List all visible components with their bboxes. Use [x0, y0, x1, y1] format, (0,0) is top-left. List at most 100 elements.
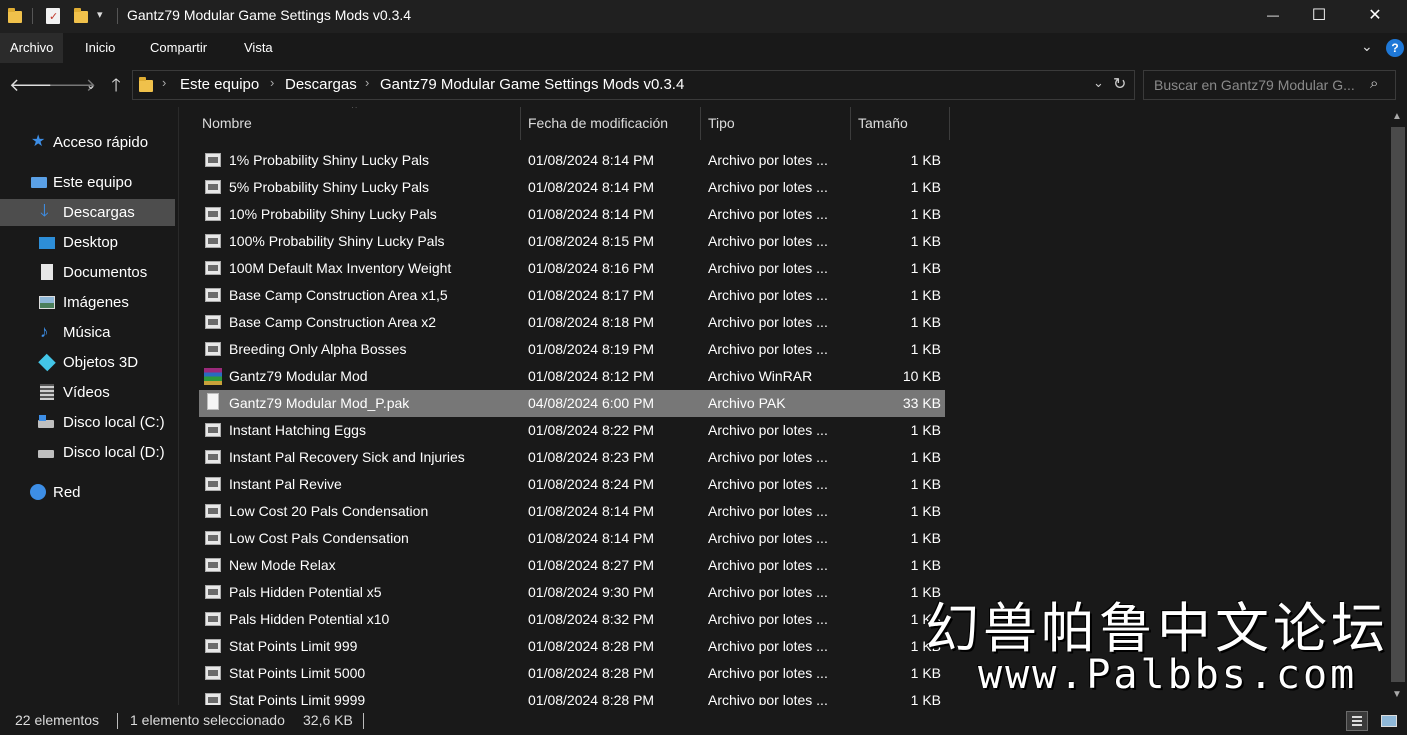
file-row[interactable]: Stat Points Limit 5000 01/08/2024 8:28 PM… [199, 660, 945, 687]
file-date: 01/08/2024 8:23 PM [528, 449, 655, 465]
search-input[interactable]: Buscar en Gantz79 Modular G... [1154, 77, 1355, 93]
column-header-date[interactable]: Fecha de modificación [528, 107, 668, 140]
refresh-icon[interactable]: ↻ [1113, 74, 1126, 94]
file-name: Low Cost 20 Pals Condensation [229, 503, 429, 519]
file-type: Archivo por lotes ... [708, 584, 828, 600]
new-folder-icon[interactable] [74, 8, 88, 23]
sidebar-item-este-equipo[interactable]: Este equipo [0, 169, 175, 196]
batch-file-icon [205, 288, 221, 302]
breadcrumb-descargas[interactable]: Descargas [285, 76, 357, 93]
file-row[interactable]: 10% Probability Shiny Lucky Pals 01/08/20… [199, 201, 945, 228]
file-row[interactable]: 1% Probability Shiny Lucky Pals 01/08/202… [199, 147, 945, 174]
breadcrumb-este-equipo[interactable]: Este equipo [180, 76, 259, 93]
forward-arrow-icon[interactable]: 🡒 [48, 73, 96, 97]
scroll-thumb[interactable] [1391, 127, 1405, 682]
objects-3d-icon [38, 353, 56, 372]
expand-ribbon-icon[interactable]: ⌄ [1361, 38, 1373, 55]
column-header-type[interactable]: Tipo [708, 107, 735, 140]
sort-ascending-icon: ^ [352, 107, 357, 114]
file-size: 1 KB [910, 692, 941, 705]
file-row[interactable]: Breeding Only Alpha Bosses 01/08/2024 8:1… [199, 336, 945, 363]
up-arrow-icon[interactable]: 🡑 [104, 73, 128, 97]
address-dropdown-icon[interactable]: ⌄ [1093, 75, 1104, 91]
column-separator[interactable] [850, 107, 851, 140]
close-button[interactable]: ✕ [1352, 0, 1398, 33]
tab-inicio[interactable]: Inicio [75, 33, 125, 63]
file-row[interactable]: 100M Default Max Inventory Weight 01/08/2… [199, 255, 945, 282]
column-separator[interactable] [700, 107, 701, 140]
sidebar-item-descargas[interactable]: 🡓 Descargas [0, 199, 175, 226]
file-row[interactable]: Low Cost Pals Condensation 01/08/2024 8:1… [199, 525, 945, 552]
file-row[interactable]: Pals Hidden Potential x5 01/08/2024 9:30 … [199, 579, 945, 606]
scroll-down-arrow-icon[interactable]: ▼ [1392, 689, 1402, 700]
file-row[interactable]: 100% Probability Shiny Lucky Pals 01/08/2… [199, 228, 945, 255]
tab-compartir[interactable]: Compartir [140, 33, 217, 63]
file-name: Base Camp Construction Area x2 [229, 314, 436, 330]
file-row[interactable]: Stat Points Limit 9999 01/08/2024 8:28 PM… [199, 687, 945, 705]
sidebar-item-disco-d[interactable]: Disco local (D:) [0, 439, 175, 466]
sidebar-item-objetos-3d[interactable]: Objetos 3D [0, 349, 175, 376]
address-bar[interactable]: › Este equipo › Descargas › Gantz79 Modu… [132, 70, 1135, 100]
file-row[interactable]: Gantz79 Modular Mod_P.pak 04/08/2024 6:00… [199, 390, 945, 417]
search-icon[interactable]: ⌕ [1370, 75, 1378, 92]
tab-archivo[interactable]: Archivo [0, 33, 64, 63]
batch-file-icon [205, 477, 221, 491]
file-type: Archivo WinRAR [708, 368, 813, 384]
chevron-right-icon[interactable]: › [365, 75, 369, 90]
breadcrumb-current-folder[interactable]: Gantz79 Modular Game Settings Mods v0.3.… [380, 76, 684, 93]
minimize-button[interactable]: — [1250, 0, 1296, 33]
sidebar-item-videos[interactable]: Vídeos [0, 379, 175, 406]
file-row[interactable]: Low Cost 20 Pals Condensation 01/08/2024 … [199, 498, 945, 525]
help-icon[interactable]: ? [1386, 39, 1404, 57]
navigation-pane: ★ Acceso rápido Este equipo 🡓 Descargas … [0, 107, 178, 705]
details-view-icon[interactable] [1346, 711, 1368, 731]
column-separator[interactable] [949, 107, 950, 140]
file-row[interactable]: New Mode Relax 01/08/2024 8:27 PM Archivo … [199, 552, 945, 579]
sidebar-item-desktop[interactable]: Desktop [0, 229, 175, 256]
file-date: 01/08/2024 8:15 PM [528, 233, 655, 249]
sidebar-item-musica[interactable]: ♪ Música [0, 319, 175, 346]
chevron-right-icon[interactable]: › [162, 75, 166, 90]
sidebar-item-label: Objetos 3D [63, 354, 139, 371]
watermark-url: www.Palbbs.com [978, 652, 1358, 698]
recent-locations-chevron-icon[interactable]: ⌄ [79, 73, 103, 97]
file-size: 1 KB [910, 233, 941, 249]
file-size: 1 KB [910, 152, 941, 168]
sidebar-item-label: Música [63, 324, 111, 341]
file-row[interactable]: Instant Pal Revive 01/08/2024 8:24 PM Arch… [199, 471, 945, 498]
maximize-button[interactable]: ☐ [1296, 0, 1342, 33]
file-row[interactable]: Gantz79 Modular Mod 01/08/2024 8:12 PM Arc… [199, 363, 945, 390]
file-row[interactable]: Stat Points Limit 999 01/08/2024 8:28 PM A… [199, 633, 945, 660]
file-row[interactable]: Base Camp Construction Area x2 01/08/2024… [199, 309, 945, 336]
quick-access-dropdown-icon[interactable]: ▾ [97, 8, 103, 21]
vertical-scrollbar[interactable]: ▲ ▼ [1389, 107, 1407, 705]
search-box[interactable]: Buscar en Gantz79 Modular G... ⌕ [1143, 70, 1396, 100]
selection-size: 32,6 KB [303, 712, 353, 728]
file-name: 1% Probability Shiny Lucky Pals [229, 152, 429, 168]
file-type: Archivo por lotes ... [708, 206, 828, 222]
properties-icon[interactable]: ✓ [46, 8, 60, 24]
sidebar-item-acceso-rapido[interactable]: ★ Acceso rápido [0, 129, 175, 156]
file-row[interactable]: Instant Hatching Eggs 01/08/2024 8:22 PM A… [199, 417, 945, 444]
batch-file-icon [205, 585, 221, 599]
column-header-name[interactable]: Nombre [202, 107, 252, 140]
file-row[interactable]: Instant Pal Recovery Sick and Injuries 01… [199, 444, 945, 471]
sidebar-item-disco-c[interactable]: Disco local (C:) [0, 409, 175, 436]
file-row[interactable]: Pals Hidden Potential x10 01/08/2024 8:32… [199, 606, 945, 633]
file-name: Instant Pal Recovery Sick and Injuries [229, 449, 465, 465]
tab-vista[interactable]: Vista [234, 33, 283, 63]
sidebar-item-imagenes[interactable]: Imágenes [0, 289, 175, 316]
large-icons-view-icon[interactable] [1378, 711, 1400, 731]
batch-file-icon [205, 693, 221, 705]
column-header-size[interactable]: Tamaño [858, 107, 908, 140]
sidebar-item-red[interactable]: Red [0, 479, 175, 506]
file-row[interactable]: Base Camp Construction Area x1,5 01/08/20… [199, 282, 945, 309]
back-arrow-icon[interactable]: 🡐 [9, 73, 57, 97]
file-row[interactable]: 5% Probability Shiny Lucky Pals 01/08/202… [199, 174, 945, 201]
sidebar-item-documentos[interactable]: Documentos [0, 259, 175, 286]
batch-file-icon [205, 207, 221, 221]
scroll-up-arrow-icon[interactable]: ▲ [1392, 111, 1402, 122]
file-type: Archivo por lotes ... [708, 449, 828, 465]
chevron-right-icon[interactable]: › [270, 75, 274, 90]
column-separator[interactable] [520, 107, 521, 140]
